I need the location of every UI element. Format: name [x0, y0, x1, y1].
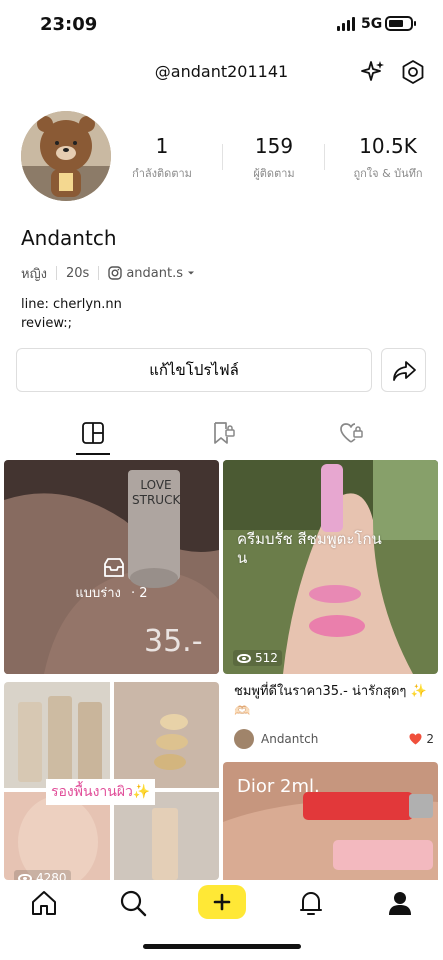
stat-divider: [324, 144, 325, 170]
share-icon: [393, 361, 416, 381]
draft-card[interactable]: LOVE STRUCK 35.- แบบร่าง · 2: [4, 460, 219, 674]
age-label: 20s: [66, 265, 90, 281]
post1-likes[interactable]: 2: [409, 732, 434, 746]
tab-saved-icon[interactable]: [210, 420, 236, 446]
post-card-3[interactable]: Dior 2ml.: [223, 762, 438, 880]
draft-overlay-text: 35.-: [144, 624, 203, 659]
edit-profile-button[interactable]: แก้ไขโปรไฟล์: [16, 348, 372, 392]
plus-icon: [213, 893, 231, 911]
profile-icon[interactable]: [385, 888, 415, 918]
post2-view-count: 4280: [36, 871, 67, 880]
content-tabs: [0, 416, 443, 456]
tab-posts-icon[interactable]: [80, 420, 106, 446]
battery-icon: [385, 16, 416, 31]
notifications-icon[interactable]: [296, 888, 326, 918]
home-indicator: [143, 944, 301, 949]
likes-count: 10.5K: [359, 134, 417, 158]
profile-meta: หญิง 20s andant.s: [21, 264, 196, 282]
profile-bio: line: cherlyn.nn review:;: [21, 295, 122, 333]
sparkle-icon[interactable]: [359, 58, 387, 86]
draft-text: แบบร่าง: [75, 586, 121, 601]
gender-label: หญิง: [21, 266, 47, 282]
bio-line: line: cherlyn.nn: [21, 297, 122, 312]
stat-followers[interactable]: 159 ผู้ติดตาม: [240, 134, 308, 182]
post3-overlay-text: Dior 2ml.: [237, 776, 320, 797]
avatar[interactable]: [21, 111, 111, 201]
home-icon[interactable]: [29, 888, 59, 918]
post1-like-count: 2: [426, 732, 434, 746]
draft-box-icon: [104, 558, 124, 577]
post1-author-row: Andantch 2: [234, 727, 434, 751]
stat-divider: [222, 144, 223, 170]
instagram-icon: [108, 266, 123, 280]
heart-icon: [409, 733, 422, 745]
caret-down-icon[interactable]: [186, 268, 196, 278]
stat-likes-saves[interactable]: 10.5K ถูกใจ & บันทึก: [344, 134, 432, 182]
tab-liked-icon[interactable]: [338, 420, 364, 446]
post1-views: 512: [233, 650, 282, 666]
draft-count: · 2: [131, 586, 148, 601]
eye-icon: [237, 653, 251, 663]
post2-overlay-text: รองพื้นงานผิว✨: [46, 779, 156, 805]
profile-header: @andant201141: [0, 56, 443, 88]
stat-following[interactable]: 1 กำลังติดตาม: [128, 134, 196, 182]
author-avatar[interactable]: [234, 729, 254, 749]
settings-icon[interactable]: [399, 58, 427, 86]
post-card-2[interactable]: รองพื้นงานผิว✨ 4280: [4, 682, 219, 880]
active-tab-indicator: [76, 453, 110, 455]
network-label: 5G: [361, 16, 383, 32]
followers-label: ผู้ติดตาม: [253, 167, 295, 180]
post-card-1[interactable]: ครีมบรัช สีชมพูตะโกนน 512: [223, 460, 438, 674]
search-icon[interactable]: [118, 888, 148, 918]
likes-label: ถูกใจ & บันทึก: [353, 167, 423, 180]
post1-overlay-text: ครีมบรัช สีชมพูตะโกนน: [237, 530, 382, 567]
instagram-handle[interactable]: andant.s: [126, 266, 183, 281]
draft-label: แบบร่าง · 2: [4, 582, 219, 603]
share-button[interactable]: [381, 348, 426, 392]
post1-title[interactable]: ชมพูที่ดีในราคา35.- น่ารักสุดๆ ✨🫶🏻: [234, 682, 434, 722]
post1-author[interactable]: Andantch: [261, 732, 318, 746]
following-label: กำลังติดตาม: [132, 167, 192, 180]
post2-views: 4280: [14, 870, 71, 880]
status-time: 23:09: [40, 14, 98, 35]
profile-summary: 1 กำลังติดตาม 159 ผู้ติดตาม 10.5K ถูกใจ …: [0, 108, 443, 208]
followers-count: 159: [254, 134, 294, 158]
post-grid: LOVE STRUCK 35.- แบบร่าง · 2 ครีมบรัช สีช…: [0, 458, 443, 880]
bio-line: review:;: [21, 316, 73, 331]
post1-view-count: 512: [255, 651, 278, 665]
profile-nickname: Andantch: [21, 226, 117, 250]
bottom-nav: [0, 880, 443, 960]
signal-icon: [337, 17, 357, 31]
status-bar: 23:09 5G: [0, 0, 443, 50]
create-post-button[interactable]: [198, 885, 246, 919]
following-count: 1: [155, 134, 169, 158]
